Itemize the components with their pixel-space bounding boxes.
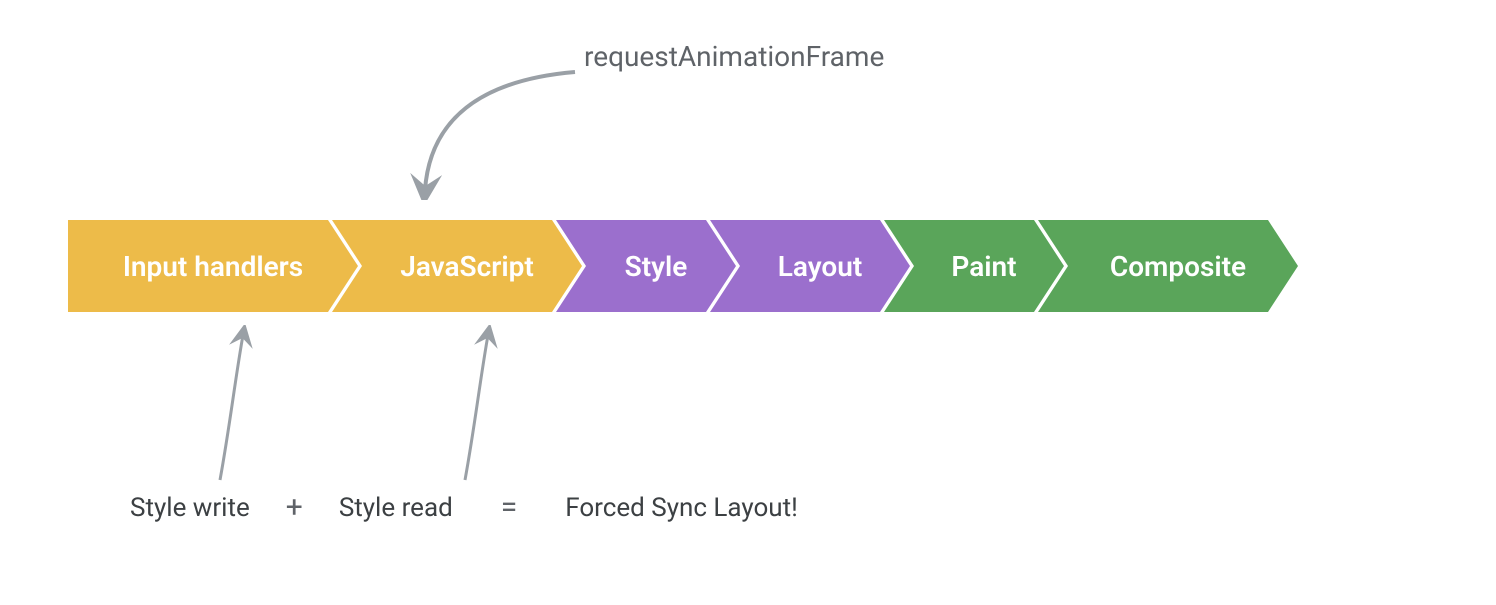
equals-symbol: = [501, 490, 517, 525]
stage-label: Composite [1110, 250, 1246, 283]
stage-label: Paint [951, 250, 1016, 283]
stage-label: Layout [778, 250, 863, 283]
raf-annotation-label: requestAnimationFrame [584, 40, 884, 73]
plus-symbol: + [286, 490, 303, 525]
stage-style: Style [556, 220, 736, 312]
fsl-equation: Style write + Style read = Forced Sync L… [130, 490, 798, 525]
equation-left: Style write [130, 493, 250, 523]
stage-label: Style [625, 250, 688, 283]
stage-javascript: JavaScript [332, 220, 582, 312]
style-write-arrow-icon [195, 325, 275, 485]
stage-label: JavaScript [400, 250, 534, 283]
stage-composite: Composite [1038, 220, 1298, 312]
style-read-arrow-icon [440, 325, 520, 485]
stage-label: Input handlers [123, 250, 303, 283]
equation-middle: Style read [339, 493, 453, 523]
raf-arrow-icon [400, 60, 600, 200]
stage-input-handlers: Input handlers [68, 220, 358, 312]
equation-result: Forced Sync Layout! [565, 493, 798, 523]
render-pipeline: Input handlers JavaScript Style Layout P… [68, 220, 1298, 312]
stage-layout: Layout [710, 220, 910, 312]
stage-paint: Paint [884, 220, 1064, 312]
